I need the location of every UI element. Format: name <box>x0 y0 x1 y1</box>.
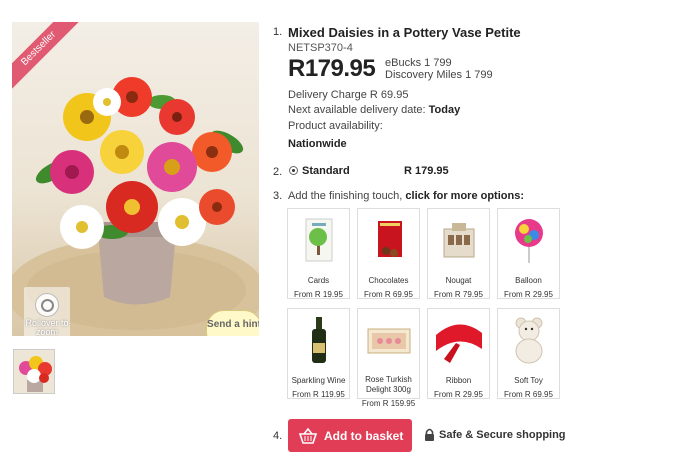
chocolates-icon <box>378 221 402 257</box>
next-delivery-value: Today <box>428 104 461 116</box>
product-price: R179.95 <box>288 55 376 82</box>
discovery-miles-value: Discovery Miles 1 799 <box>385 69 493 81</box>
next-delivery-label: Next available delivery date: <box>288 104 426 116</box>
addon-name: Chocolates <box>368 276 409 285</box>
basket-icon <box>298 427 318 444</box>
bestseller-label: Bestseller <box>12 22 85 95</box>
step-number-4: 4. <box>273 430 283 442</box>
ribbon-icon <box>436 324 482 363</box>
add-to-basket-button[interactable]: Add to basket <box>288 419 412 452</box>
addon-card-sparkling-wine[interactable]: Sparkling Wine From R 119.95 <box>287 308 350 399</box>
addon-price: From R 79.95 <box>434 290 483 299</box>
addon-price: From R 69.95 <box>504 390 553 399</box>
addon-card-soft-toy[interactable]: Soft Toy From R 69.95 <box>497 308 560 399</box>
product-title: Mixed Daisies in a Pottery Vase Petite <box>288 25 521 40</box>
addon-price: From R 29.95 <box>504 290 553 299</box>
nougat-icon <box>443 223 475 258</box>
add-to-basket-label: Add to basket <box>324 428 404 443</box>
teddy-icon <box>515 317 543 364</box>
zoom-hint-text: Rollover to zoom <box>25 318 69 337</box>
addon-price: From R 29.95 <box>434 390 483 399</box>
finishing-touch-heading: Add the finishing touch, click for more … <box>288 190 524 202</box>
rewards-info: eBucks 1 799 Discovery Miles 1 799 <box>385 57 493 81</box>
product-thumbnail[interactable] <box>13 349 55 394</box>
addon-price: From R 119.95 <box>292 390 345 399</box>
product-sku: NETSP370-4 <box>288 42 353 54</box>
finishing-cta[interactable]: click for more options: <box>405 190 524 202</box>
product-main-image[interactable]: Bestseller Rollover to zoom Send a hint <box>12 22 259 336</box>
availability-value: Nationwide <box>288 138 347 150</box>
step-number-3: 3. <box>273 190 283 202</box>
addon-card-turkish-delight[interactable]: Rose Turkish Delight 300g From R 159.95 <box>357 308 420 408</box>
addon-name: Sparkling Wine <box>291 376 346 385</box>
size-standard-label[interactable]: Standard <box>302 165 350 177</box>
addon-name: Rose Turkish Delight 300g <box>365 375 412 394</box>
addon-name: Balloon <box>515 276 542 285</box>
size-standard-price: R 179.95 <box>404 165 449 177</box>
ebucks-value: eBucks 1 799 <box>385 57 452 69</box>
bestseller-ribbon: Bestseller <box>12 22 92 102</box>
addon-name: Nougat <box>445 276 472 285</box>
lock-icon <box>425 428 434 441</box>
addon-card-chocolates[interactable]: Chocolates From R 69.95 <box>357 208 420 299</box>
addon-card-balloon[interactable]: Balloon From R 29.95 <box>497 208 560 299</box>
send-hint-button[interactable]: Send a hint <box>206 310 259 336</box>
step-number-2: 2. <box>273 166 283 178</box>
step-number-1: 1. <box>273 26 283 38</box>
addon-card-ribbon[interactable]: Ribbon From R 29.95 <box>427 308 490 399</box>
addon-card-cards[interactable]: Cards From R 19.95 <box>287 208 350 299</box>
card-icon <box>305 218 333 262</box>
rollover-zoom-badge[interactable]: Rollover to zoom <box>24 287 70 336</box>
secure-shopping: Safe & Secure shopping <box>424 428 566 442</box>
turkish-delight-icon <box>367 328 411 354</box>
secure-shopping-label: Safe & Secure shopping <box>439 429 566 441</box>
availability-label: Product availability: <box>288 120 383 132</box>
addon-name: Cards <box>307 276 330 285</box>
addon-price: From R 19.95 <box>294 290 343 299</box>
addon-card-nougat[interactable]: Nougat From R 79.95 <box>427 208 490 299</box>
balloon-icon <box>515 219 543 263</box>
addon-price: From R 159.95 <box>361 399 416 408</box>
wine-icon <box>312 317 326 363</box>
finishing-prefix: Add the finishing touch, <box>288 190 403 202</box>
delivery-charge: Delivery Charge R 69.95 <box>288 89 409 101</box>
next-delivery: Next available delivery date: Today <box>288 104 460 116</box>
size-standard-radio[interactable] <box>289 166 298 175</box>
addon-name: Ribbon <box>445 376 472 385</box>
addon-name: Soft Toy <box>514 376 543 385</box>
addon-price: From R 69.95 <box>364 290 413 299</box>
magnifier-icon <box>35 293 59 317</box>
